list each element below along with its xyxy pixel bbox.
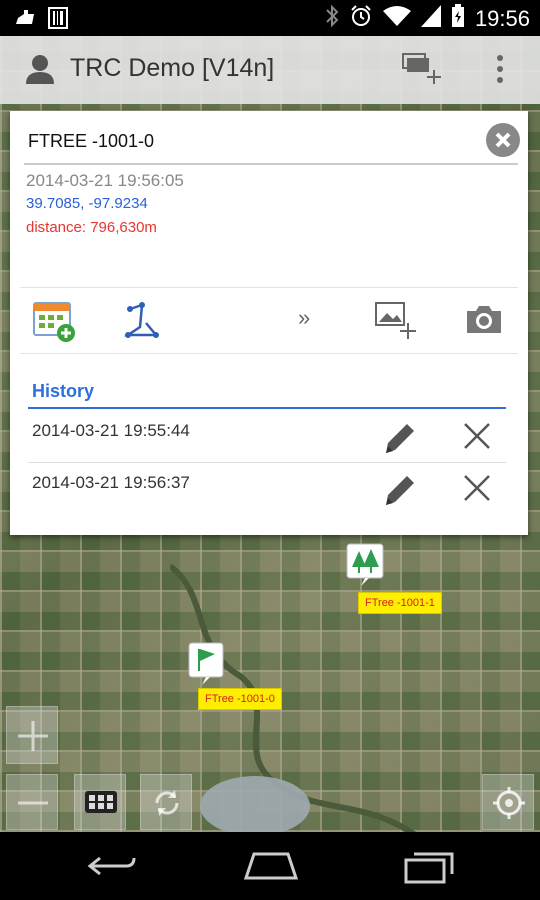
- home-button[interactable]: [243, 850, 299, 885]
- status-bar: 19:56: [0, 0, 540, 36]
- history-row: 2014-03-21 19:55:44: [28, 411, 506, 463]
- delete-button[interactable]: [462, 421, 492, 456]
- map-marker-tree[interactable]: [346, 543, 384, 592]
- zoom-in-button[interactable]: [6, 706, 58, 764]
- user-icon[interactable]: [26, 54, 54, 89]
- tree-icon: [346, 543, 384, 586]
- plus-icon: [18, 721, 48, 751]
- add-image-button[interactable]: [374, 299, 416, 348]
- delete-button[interactable]: [462, 473, 492, 508]
- signal-icon: [420, 5, 441, 32]
- history-title: History: [32, 381, 95, 401]
- back-button[interactable]: [86, 850, 138, 885]
- my-location-button[interactable]: [482, 774, 534, 830]
- divider: [24, 163, 518, 165]
- back-icon: [87, 856, 136, 876]
- recent-apps-button[interactable]: [404, 850, 454, 889]
- more-button[interactable]: »: [298, 305, 310, 331]
- route-button[interactable]: [122, 299, 162, 348]
- history-divider: [28, 407, 506, 409]
- navigation-bar: [0, 832, 540, 900]
- refresh-button[interactable]: [140, 774, 192, 830]
- alarm-icon: [349, 4, 373, 33]
- map-marker-flag[interactable]: [188, 642, 224, 691]
- marker-detail-dialog: FTREE -1001-0 2014-03-21 19:56:05 39.708…: [10, 111, 528, 535]
- edit-button[interactable]: [380, 471, 418, 514]
- distance: distance: 796,630m: [26, 219, 157, 236]
- divider: [20, 353, 518, 354]
- camera-icon: [467, 306, 501, 333]
- delete-x-icon: [464, 423, 490, 449]
- layers-icon: [85, 791, 117, 813]
- zoom-out-button[interactable]: [6, 774, 58, 830]
- minus-icon: [18, 801, 48, 805]
- divider: [20, 287, 518, 288]
- app-title: TRC Demo [V14n]: [70, 54, 275, 82]
- lake: [200, 776, 310, 832]
- wifi-icon: [382, 5, 411, 32]
- timestamp: 2014-03-21 19:56:05: [26, 171, 184, 190]
- recent-apps-icon: [404, 852, 454, 884]
- close-button[interactable]: [486, 123, 520, 157]
- bluetooth-icon: [325, 4, 339, 33]
- route-icon: [123, 302, 159, 338]
- add-image-icon: [375, 302, 416, 339]
- usb-icon: [14, 8, 36, 33]
- app-bar: TRC Demo [V14n]: [0, 36, 540, 104]
- history-date: 2014-03-21 19:56:37: [32, 473, 190, 492]
- clock: 19:56: [474, 5, 530, 31]
- edit-button[interactable]: [380, 419, 418, 462]
- history-row: 2014-03-21 19:56:37: [28, 463, 506, 515]
- marker-name-field[interactable]: FTREE -1001-0: [28, 131, 154, 152]
- battery-icon: [451, 4, 465, 33]
- overflow-menu-icon[interactable]: [494, 52, 506, 91]
- calendar-add-icon: [33, 302, 75, 342]
- barcode-icon: [48, 7, 68, 34]
- marker-label: FTree -1001-1: [358, 592, 442, 614]
- action-bar: »: [10, 291, 528, 353]
- pencil-icon: [386, 424, 414, 453]
- history-date: 2014-03-21 19:55:44: [32, 421, 190, 440]
- camera-button[interactable]: [464, 299, 504, 344]
- refresh-icon: [155, 790, 179, 816]
- close-icon: [495, 132, 511, 148]
- add-layer-icon[interactable]: [402, 52, 442, 91]
- pencil-icon: [386, 476, 414, 505]
- delete-x-icon: [464, 475, 490, 501]
- flag-icon: [188, 642, 224, 685]
- layers-button[interactable]: [74, 774, 126, 830]
- crosshair-icon: [493, 787, 525, 819]
- marker-label: FTree -1001-0: [198, 688, 282, 710]
- coordinates: 39.7085, -97.9234: [26, 195, 148, 212]
- home-icon: [243, 852, 299, 880]
- add-event-button[interactable]: [32, 299, 76, 348]
